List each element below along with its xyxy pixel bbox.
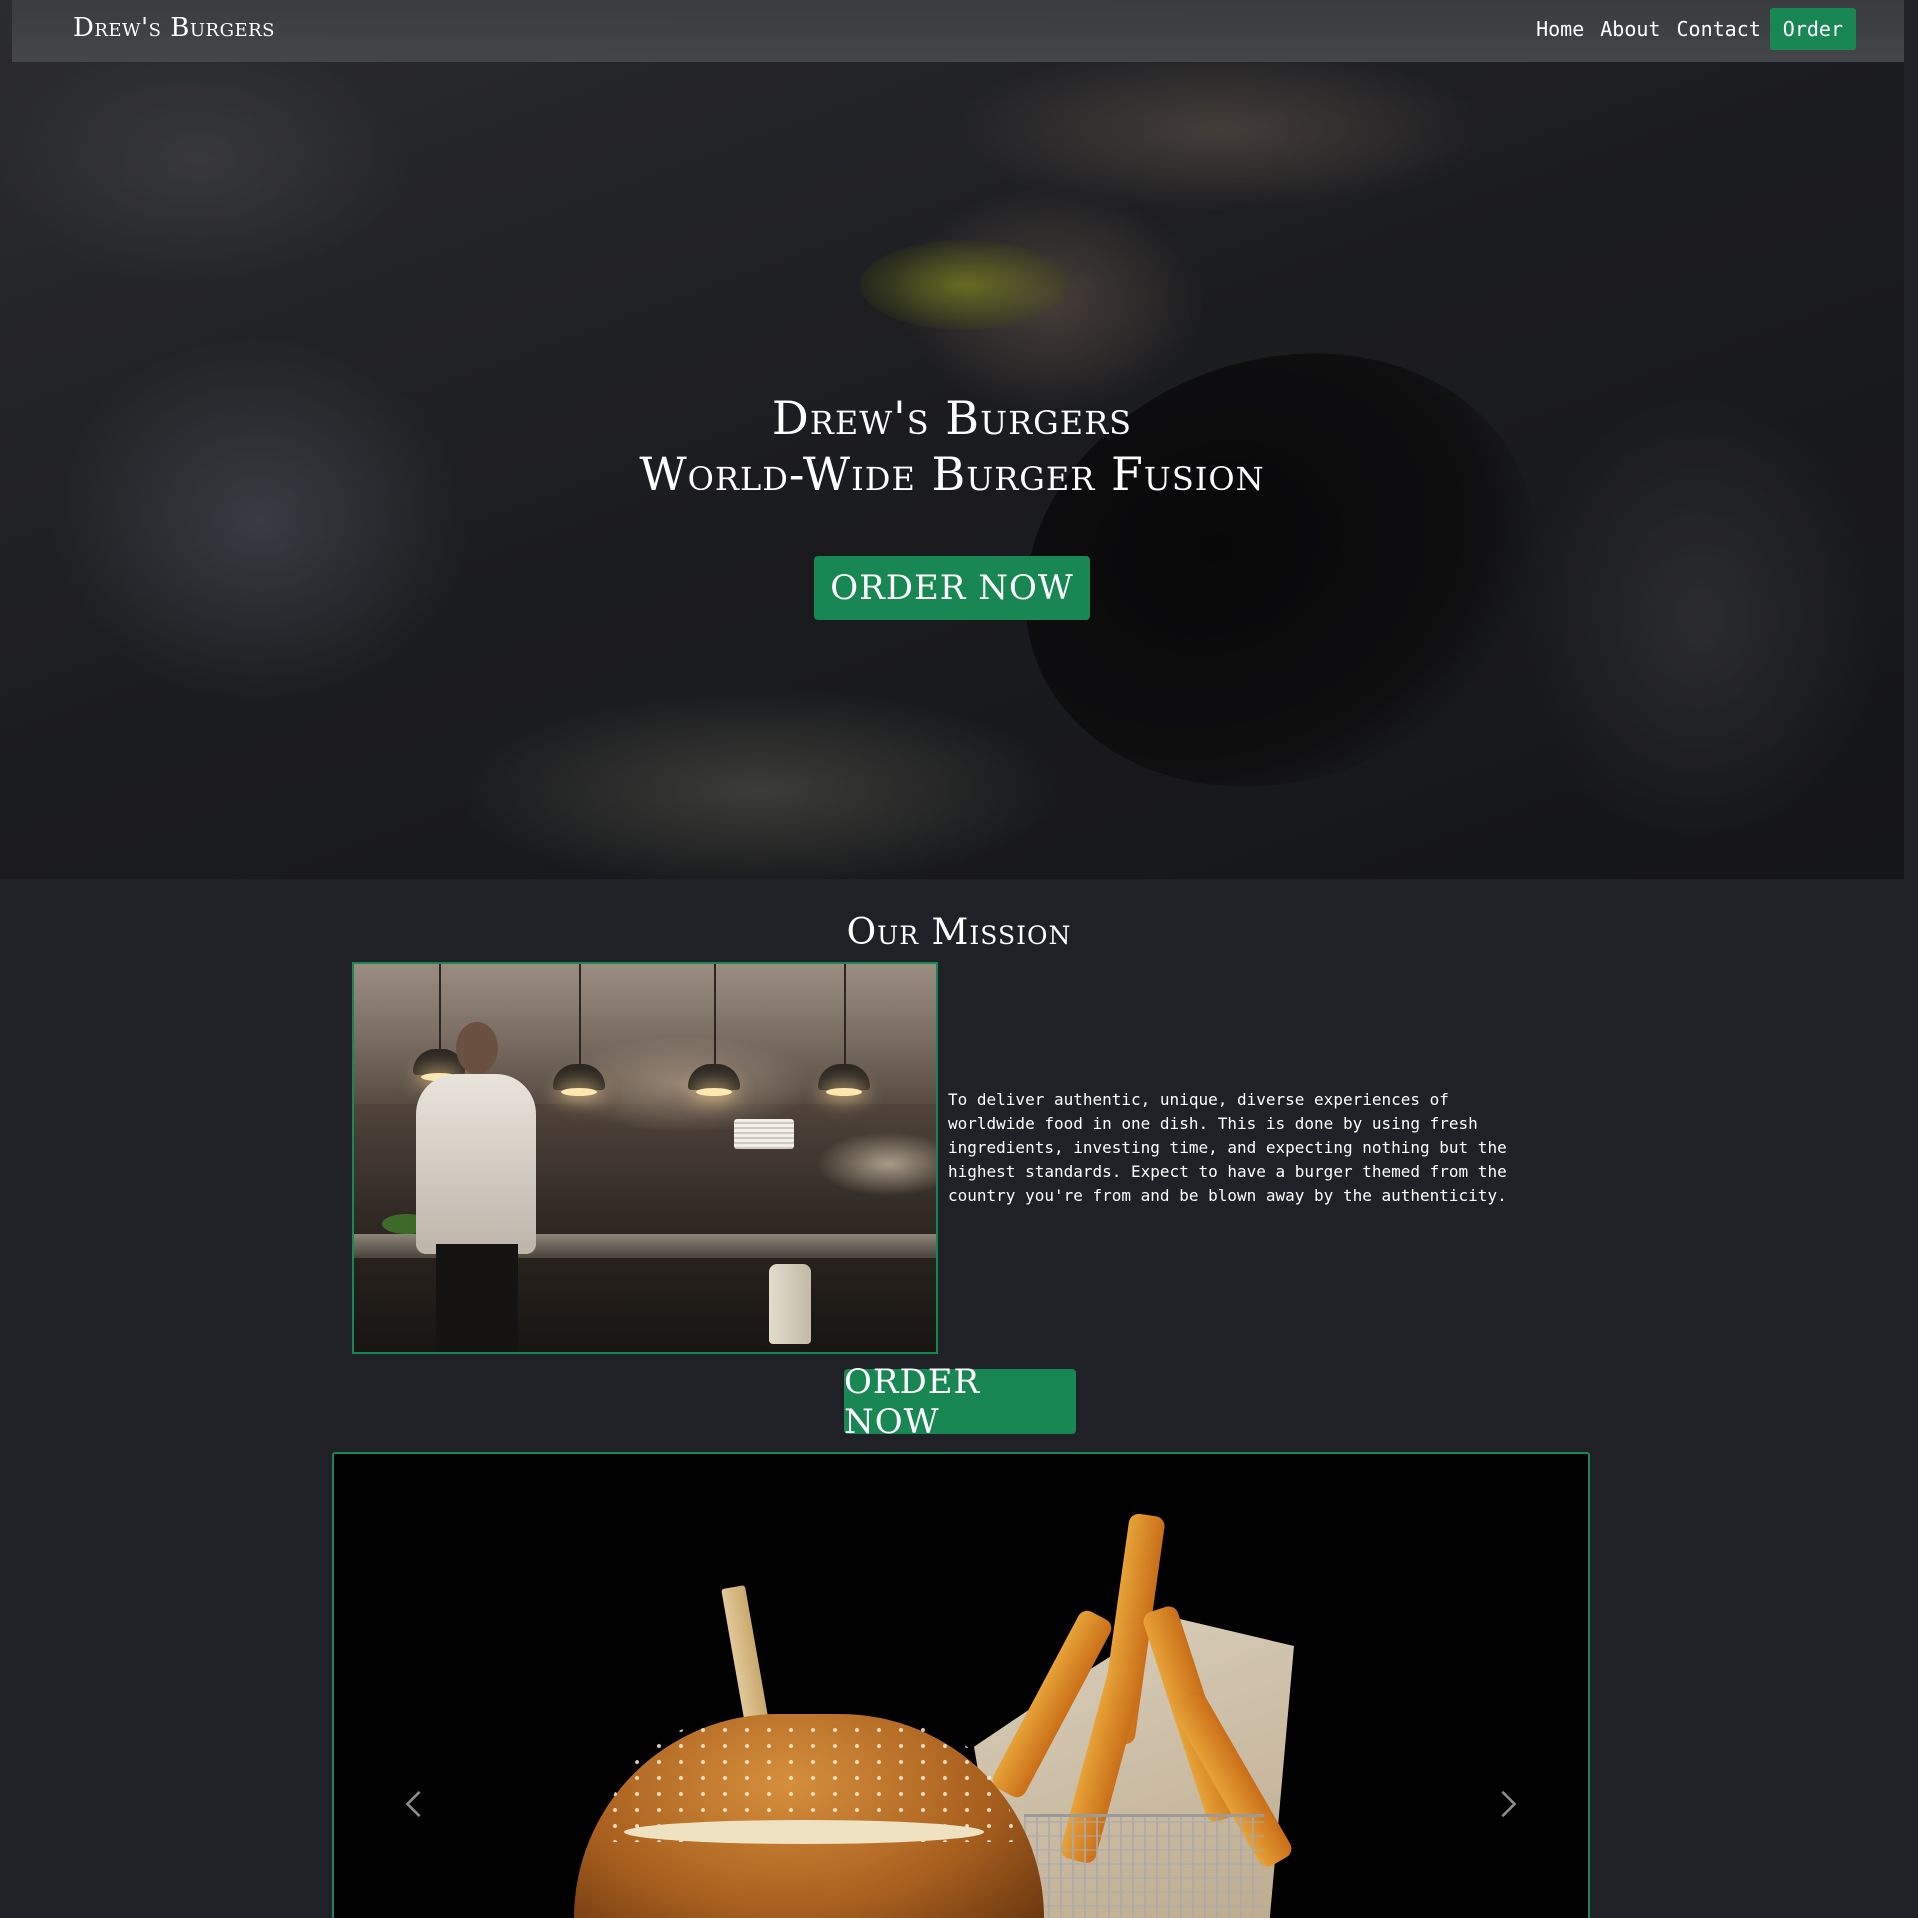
carousel-slide-burger — [334, 1454, 1588, 1918]
mission-heading: Our Mission — [846, 912, 1072, 953]
food-carousel — [332, 1452, 1590, 1918]
squeeze-bottle — [769, 1264, 811, 1344]
lamp-wire — [439, 964, 441, 1049]
chevron-right-icon — [1501, 1790, 1517, 1818]
chef-head — [456, 1022, 498, 1074]
navbar-brand[interactable]: Drew's Burgers — [73, 13, 275, 43]
navbar-links: Home About Contact Order — [1528, 8, 1856, 50]
nav-link-about[interactable]: About — [1592, 9, 1668, 49]
hero-title: Drew's Burgers World-Wide Burger Fusion — [0, 390, 1904, 502]
fries-basket — [1024, 1814, 1264, 1918]
chef-body — [416, 1074, 536, 1254]
nav-order-button[interactable]: Order — [1769, 8, 1856, 50]
hero-order-now-button[interactable]: ORDER NOW — [814, 556, 1090, 620]
mission-text: To deliver authentic, unique, diverse ex… — [948, 1090, 1507, 1205]
lamp-wire — [844, 964, 846, 1064]
mission-order-now-button[interactable]: ORDER NOW — [844, 1362, 1076, 1442]
hero-section: Drew's Burgers World-Wide Burger Fusion … — [0, 0, 1904, 879]
nav-link-contact[interactable]: Contact — [1668, 9, 1768, 49]
chevron-left-icon — [405, 1790, 421, 1818]
plate-stack — [734, 1119, 794, 1149]
carousel-prev-button[interactable] — [334, 1654, 494, 1918]
hero-title-line1: Drew's Burgers — [771, 391, 1133, 445]
mission-kitchen-image — [352, 962, 938, 1354]
burger-sauce — [624, 1820, 984, 1844]
hero-title-line2: World-Wide Burger Fusion — [639, 447, 1265, 501]
hero-content: Drew's Burgers World-Wide Burger Fusion … — [0, 390, 1904, 620]
carousel-next-button[interactable] — [1428, 1654, 1588, 1918]
lamp-wire — [579, 964, 581, 1064]
nav-link-home[interactable]: Home — [1528, 9, 1592, 49]
chef-legs — [436, 1244, 518, 1352]
navbar: Drew's Burgers Home About Contact Order — [12, 0, 1904, 62]
lamp-wire — [714, 964, 716, 1064]
